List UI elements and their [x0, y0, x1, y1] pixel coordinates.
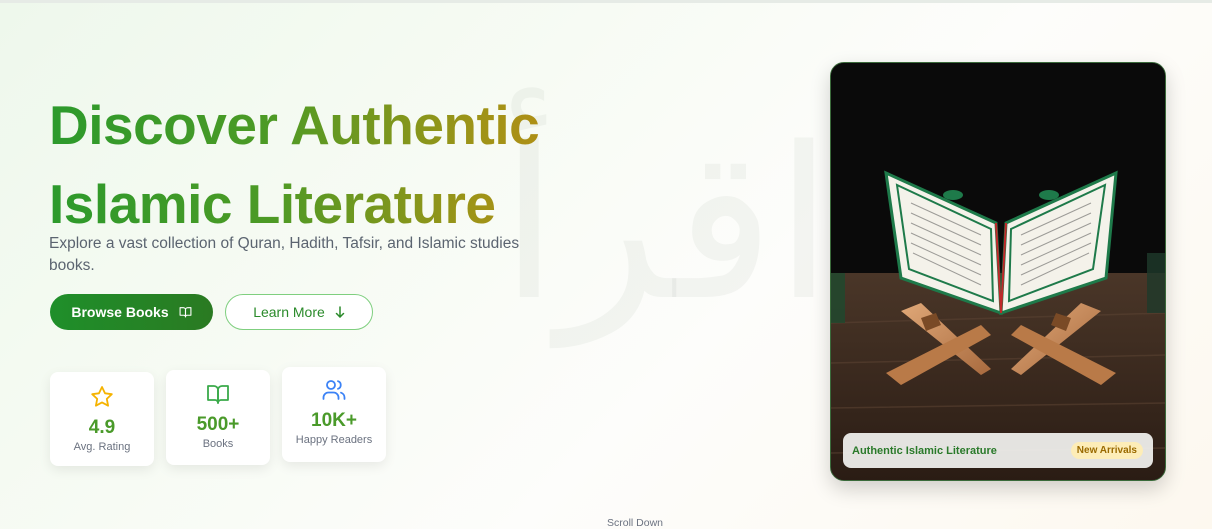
hero-headline: Discover Authentic Islamic Literature: [49, 86, 609, 244]
stat-value: 10K+: [311, 410, 357, 431]
new-arrivals-badge: New Arrivals: [1070, 442, 1143, 459]
arrow-down-icon: [335, 306, 345, 318]
scroll-down-hint[interactable]: Scroll Down: [607, 517, 663, 529]
stat-value: 4.9: [88, 417, 116, 438]
stat-label: Avg. Rating: [73, 441, 131, 453]
stat-label: Happy Readers: [295, 434, 373, 446]
users-icon: [322, 379, 346, 406]
featured-book-card: Authentic Islamic Literature New Arrival…: [830, 62, 1166, 481]
card-caption-title: Authentic Islamic Literature: [852, 444, 997, 457]
learn-more-button[interactable]: Learn More: [225, 294, 373, 330]
quran-on-stand-image: [831, 63, 1165, 480]
stat-card-readers: 10K+ Happy Readers: [282, 367, 386, 462]
star-icon: [90, 385, 114, 413]
stat-card-books: 500+ Books: [166, 370, 270, 465]
stat-card-rating: 4.9 Avg. Rating: [50, 372, 154, 466]
book-open-icon: [206, 383, 230, 410]
browse-books-button[interactable]: Browse Books: [50, 294, 213, 330]
top-border: [0, 0, 1212, 3]
book-open-icon: [179, 306, 192, 318]
stat-value: 500+: [196, 414, 240, 435]
hero-subtitle: Explore a vast collection of Quran, Hadi…: [49, 235, 520, 274]
learn-more-label: Learn More: [253, 304, 325, 320]
stat-label: Books: [202, 438, 234, 450]
browse-books-label: Browse Books: [71, 304, 169, 320]
card-caption-bar: Authentic Islamic Literature New Arrival…: [843, 433, 1153, 468]
